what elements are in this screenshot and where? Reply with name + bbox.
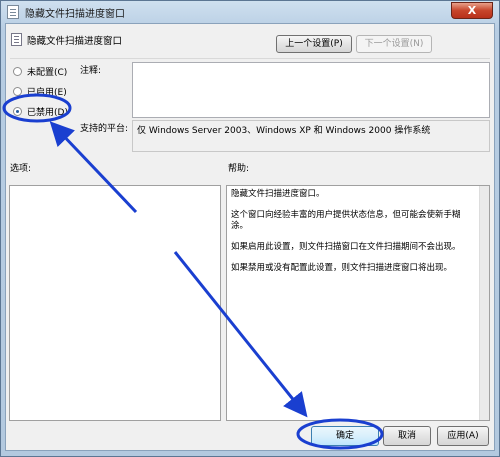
next-setting-button[interactable]: 下一个设置(N) [356, 35, 432, 53]
platform-label: 支持的平台: [80, 124, 129, 134]
title-bar[interactable]: 隐藏文件扫描进度窗口 X [1, 1, 499, 23]
radio-enabled-circle[interactable] [13, 87, 22, 96]
header-divider [10, 58, 490, 59]
help-panel[interactable]: 隐藏文件扫描进度窗口。 这个窗口向经验丰富的用户提供状态信息，但可能会使新手糊涂… [226, 185, 490, 421]
radio-disabled-label: 已禁用(D) [27, 108, 68, 118]
window-title: 隐藏文件扫描进度窗口 [25, 9, 125, 20]
comment-textarea[interactable] [132, 62, 490, 118]
policy-document-icon [7, 5, 19, 19]
help-label: 帮助: [228, 164, 250, 174]
help-paragraph: 隐藏文件扫描进度窗口。 [231, 189, 325, 199]
close-button[interactable]: X [451, 2, 493, 19]
help-paragraph: 这个窗口向经验丰富的用户提供状态信息，但可能会使新手糊涂。 [231, 210, 461, 231]
help-scrollbar[interactable] [479, 186, 489, 420]
radio-disabled-circle[interactable] [13, 107, 22, 116]
help-text: 隐藏文件扫描进度窗口。 这个窗口向经验丰富的用户提供状态信息，但可能会使新手糊涂… [231, 189, 469, 284]
radio-not-configured-label: 未配置(C) [27, 68, 68, 78]
previous-setting-button[interactable]: 上一个设置(P) [276, 35, 352, 53]
cancel-button[interactable]: 取消 [383, 426, 431, 446]
setting-title: 隐藏文件扫描进度窗口 [27, 36, 123, 47]
comment-label: 注释: [80, 66, 102, 76]
help-paragraph: 如果启用此设置，则文件扫描窗口在文件扫描期间不会出现。 [231, 242, 461, 252]
ok-button[interactable]: 确定 [311, 426, 379, 446]
help-paragraph: 如果禁用或没有配置此设置，则文件扫描进度窗口将出现。 [231, 263, 453, 273]
policy-dialog-window: 隐藏文件扫描进度窗口 X 隐藏文件扫描进度窗口 上一个设置(P) 下一个设置(N… [0, 0, 500, 457]
setting-icon [11, 33, 22, 46]
radio-enabled-label: 已启用(E) [27, 88, 67, 98]
options-label: 选项: [10, 164, 32, 174]
platform-box: 仅 Windows Server 2003、Windows XP 和 Windo… [132, 120, 490, 152]
radio-not-configured-circle[interactable] [13, 67, 22, 76]
platform-value: 仅 Windows Server 2003、Windows XP 和 Windo… [137, 126, 431, 136]
apply-button[interactable]: 应用(A) [437, 426, 489, 446]
dialog-client-area: 隐藏文件扫描进度窗口 上一个设置(P) 下一个设置(N) 未配置(C) 已启用(… [5, 23, 495, 451]
options-panel[interactable] [9, 185, 221, 421]
